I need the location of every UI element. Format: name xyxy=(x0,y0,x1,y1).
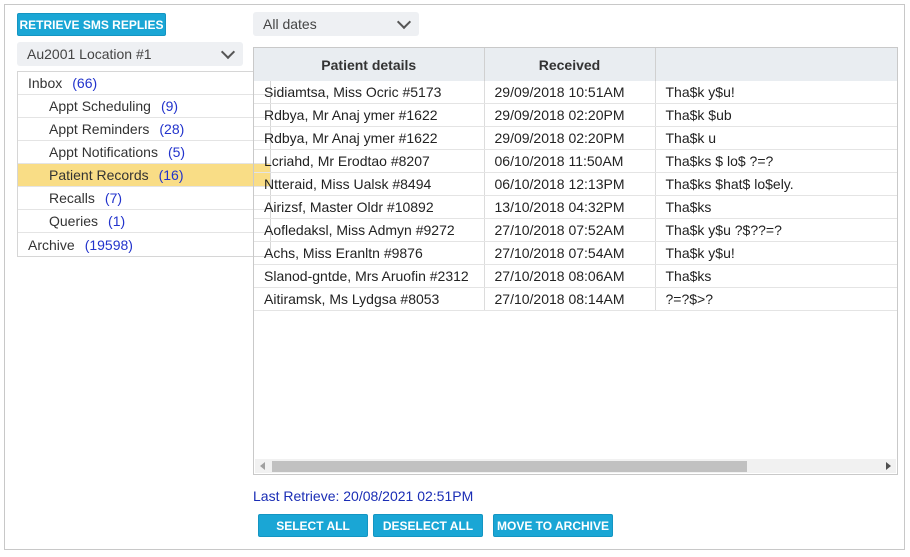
table-row[interactable]: Lcriahd, Mr Erodtao #8207 06/10/2018 11:5… xyxy=(254,149,897,173)
table-row[interactable]: Achs, Miss Eranltn #9876 27/10/2018 07:54… xyxy=(254,241,897,265)
cell-message: Tha$k u xyxy=(655,126,897,150)
folder-queries[interactable]: Queries (1) xyxy=(18,210,270,233)
cell-received: 27/10/2018 08:06AM xyxy=(484,264,656,288)
cell-message: Tha$ks $ lo$ ?=? xyxy=(655,149,897,173)
scroll-left-icon[interactable] xyxy=(260,462,265,470)
folder-count: (66) xyxy=(72,75,98,91)
table-row[interactable]: Airizsf, Master Oldr #10892 13/10/2018 04… xyxy=(254,195,897,219)
messages-table: Patient details Received Sidiamtsa, Miss… xyxy=(254,48,897,311)
table-header-row: Patient details Received xyxy=(254,48,897,81)
folder-count: (1) xyxy=(108,213,126,229)
folder-count: (9) xyxy=(160,98,179,114)
last-retrieve-status: Last Retrieve: 20/08/2021 02:51PM xyxy=(253,488,474,504)
cell-patient-details: Lcriahd, Mr Erodtao #8207 xyxy=(254,149,485,173)
folder-count: (7) xyxy=(104,190,123,206)
cell-received: 29/09/2018 10:51AM xyxy=(484,81,656,104)
folder-label: Appt Reminders xyxy=(49,121,150,137)
column-header-message[interactable] xyxy=(655,48,897,81)
location-value: Au2001 Location #1 xyxy=(27,46,152,62)
cell-patient-details: Airizsf, Master Oldr #10892 xyxy=(254,195,485,219)
folder-appt-scheduling[interactable]: Appt Scheduling (9) xyxy=(18,95,270,118)
folder-count: (16) xyxy=(158,167,184,183)
column-header-received[interactable]: Received xyxy=(484,48,656,81)
retrieve-sms-replies-button[interactable]: RETRIEVE SMS REPLIES xyxy=(17,13,166,36)
cell-message: Tha$k y$u! xyxy=(655,241,897,265)
table-row[interactable]: Rdbya, Mr Anaj ymer #1622 29/09/2018 02:2… xyxy=(254,126,897,150)
chevron-down-icon xyxy=(396,14,412,30)
cell-message: Tha$k $ub xyxy=(655,103,897,127)
date-filter-select[interactable]: All dates xyxy=(253,12,419,36)
folder-count: (19598) xyxy=(84,236,133,253)
folder-inbox[interactable]: Inbox (66) xyxy=(18,72,270,95)
folder-patient-records[interactable]: Patient Records (16) xyxy=(18,164,270,187)
table-row[interactable]: Aofledaksl, Miss Admyn #9272 27/10/2018 0… xyxy=(254,218,897,242)
messages-grid: Patient details Received Sidiamtsa, Miss… xyxy=(253,47,898,475)
cell-received: 29/09/2018 02:20PM xyxy=(484,103,656,127)
cell-patient-details: Aofledaksl, Miss Admyn #9272 xyxy=(254,218,485,242)
cell-received: 29/09/2018 02:20PM xyxy=(484,126,656,150)
folder-archive[interactable]: Archive (19598) xyxy=(18,233,270,256)
cell-message: Tha$ks $hat$ lo$ely. xyxy=(655,172,897,196)
folder-label: Appt Scheduling xyxy=(49,98,151,114)
column-header-patient-details[interactable]: Patient details xyxy=(254,48,485,81)
cell-message: ?=?$>? xyxy=(655,287,897,311)
cell-patient-details: Achs, Miss Eranltn #9876 xyxy=(254,241,485,265)
folder-label: Inbox xyxy=(28,75,63,91)
cell-message: Tha$k y$u ?$??=? xyxy=(655,218,897,242)
cell-received: 27/10/2018 07:54AM xyxy=(484,241,656,265)
folder-list: Inbox (66) Appt Scheduling (9) Appt Remind… xyxy=(17,71,271,257)
cell-message: Tha$k y$u! xyxy=(655,81,897,104)
cell-patient-details: Slanod-gntde, Mrs Aruofin #2312 xyxy=(254,264,485,288)
cell-message: Tha$ks xyxy=(655,195,897,219)
table-row[interactable]: Sidiamtsa, Miss Ocric #5173 29/09/2018 10… xyxy=(254,81,897,104)
table-row[interactable]: Aitiramsk, Ms Lydgsa #8053 27/10/2018 08:… xyxy=(254,287,897,311)
horizontal-scrollbar[interactable] xyxy=(255,459,896,473)
folder-label: Archive xyxy=(28,236,75,253)
folder-label: Patient Records xyxy=(49,167,149,183)
select-all-button[interactable]: SELECT ALL xyxy=(258,514,368,537)
table-row[interactable]: Ntteraid, Miss Ualsk #8494 06/10/2018 12:… xyxy=(254,172,897,196)
folder-appt-reminders[interactable]: Appt Reminders (28) xyxy=(18,118,270,141)
folder-label: Recalls xyxy=(49,190,95,206)
scroll-right-icon[interactable] xyxy=(886,462,891,470)
cell-received: 06/10/2018 12:13PM xyxy=(484,172,656,196)
cell-received: 27/10/2018 08:14AM xyxy=(484,287,656,311)
cell-patient-details: Aitiramsk, Ms Lydgsa #8053 xyxy=(254,287,485,311)
cell-patient-details: Sidiamtsa, Miss Ocric #5173 xyxy=(254,81,485,104)
cell-received: 27/10/2018 07:52AM xyxy=(484,218,656,242)
location-select[interactable]: Au2001 Location #1 xyxy=(17,42,243,66)
cell-patient-details: Ntteraid, Miss Ualsk #8494 xyxy=(254,172,485,196)
table-row[interactable]: Rdbya, Mr Anaj ymer #1622 29/09/2018 02:2… xyxy=(254,103,897,127)
move-to-archive-button[interactable]: MOVE TO ARCHIVE xyxy=(493,514,613,537)
folder-recalls[interactable]: Recalls (7) xyxy=(18,187,270,210)
folder-appt-notifications[interactable]: Appt Notifications (5) xyxy=(18,141,270,164)
folder-count: (5) xyxy=(167,144,186,160)
cell-received: 13/10/2018 04:32PM xyxy=(484,195,656,219)
cell-message: Tha$ks xyxy=(655,264,897,288)
cell-patient-details: Rdbya, Mr Anaj ymer #1622 xyxy=(254,126,485,150)
date-filter-value: All dates xyxy=(263,16,317,32)
folder-label: Queries xyxy=(49,213,99,229)
deselect-all-button[interactable]: DESELECT ALL xyxy=(373,514,483,537)
scrollbar-thumb[interactable] xyxy=(272,461,747,472)
chevron-down-icon xyxy=(220,44,236,60)
cell-received: 06/10/2018 11:50AM xyxy=(484,149,656,173)
cell-patient-details: Rdbya, Mr Anaj ymer #1622 xyxy=(254,103,485,127)
table-row[interactable]: Slanod-gntde, Mrs Aruofin #2312 27/10/201… xyxy=(254,264,897,288)
folder-label: Appt Notifications xyxy=(49,144,158,160)
folder-count: (28) xyxy=(159,121,185,137)
